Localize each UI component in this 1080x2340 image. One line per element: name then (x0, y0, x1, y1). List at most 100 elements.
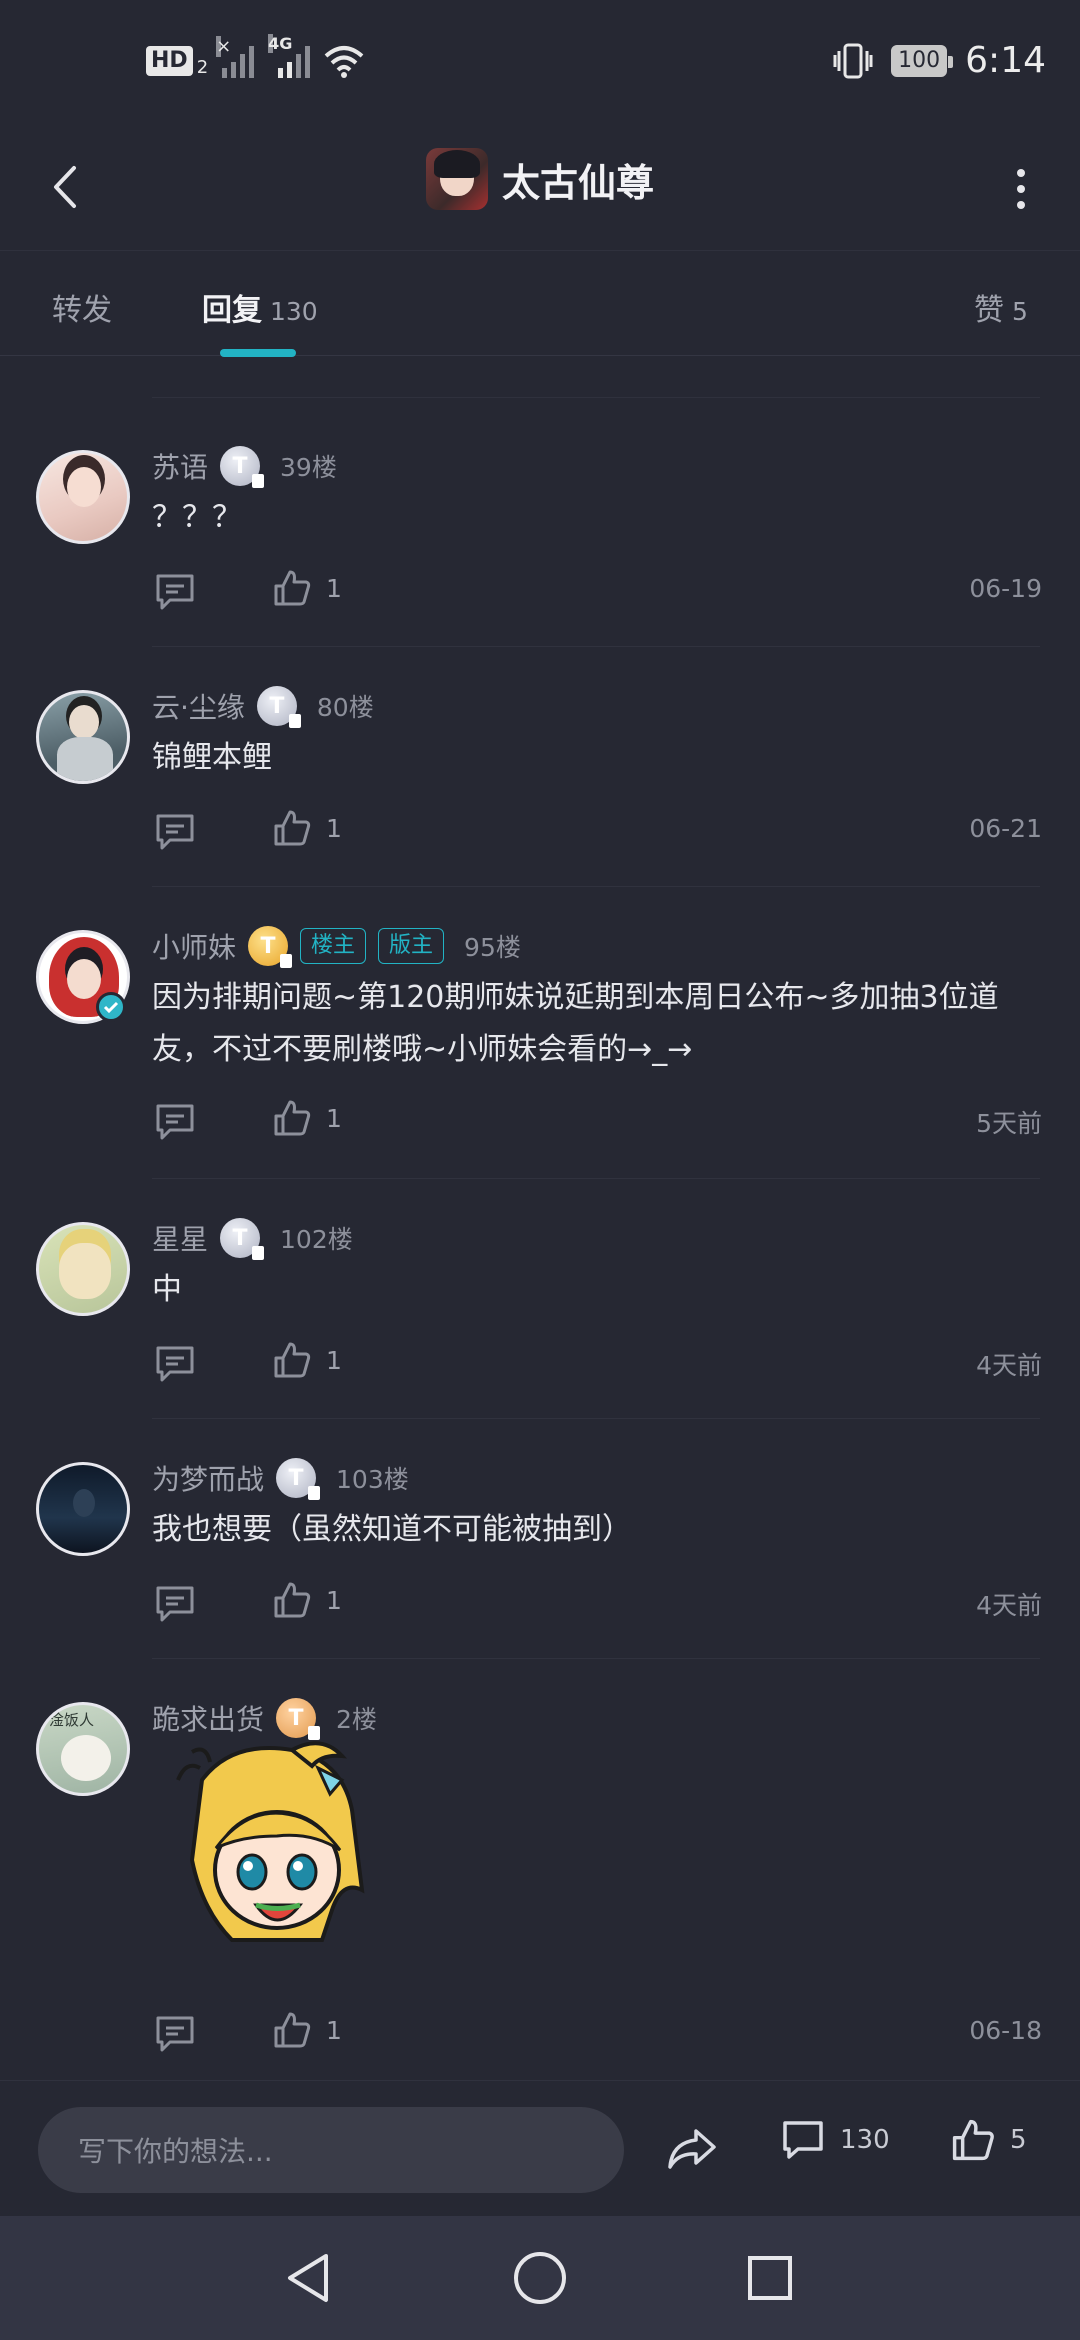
reply-actions: 1 06-21 (152, 808, 1042, 854)
nav-home-button[interactable] (508, 2246, 572, 2310)
tab-count: 130 (270, 297, 318, 326)
avatar-text: 淦饭人 (49, 1711, 95, 1729)
tab-label: 回复 (202, 293, 262, 328)
tag-op: 楼主 (300, 928, 367, 964)
tab-repost[interactable]: 转发 (52, 285, 112, 329)
more-dot (1017, 201, 1025, 209)
username[interactable]: 云·尘缘 (152, 686, 245, 726)
reply-actions: 1 06-18 (152, 2010, 1042, 2056)
sticker-image[interactable] (172, 1740, 382, 1960)
avatar[interactable] (36, 690, 130, 784)
previous-item-stub (152, 356, 1040, 398)
username[interactable]: 跪求出货 (152, 1698, 264, 1738)
thumb-up-icon (274, 1100, 311, 1136)
reply-time: 06-19 (969, 574, 1042, 603)
reply-content: 中 (152, 1272, 182, 1307)
thumb-up-icon (274, 1342, 311, 1378)
level-badge-icon: T (276, 1698, 321, 1740)
level-badge-icon: T (276, 1458, 321, 1500)
comment-icon[interactable] (152, 2010, 198, 2056)
forum-title[interactable]: 太古仙尊 (0, 148, 1080, 210)
username[interactable]: 小师妹 (152, 926, 236, 966)
avatar[interactable] (36, 1222, 130, 1316)
wifi-icon (324, 46, 364, 78)
like-count: 1 (326, 1103, 342, 1133)
level-badge-icon: T (256, 686, 301, 728)
tag-moderator: 版主 (378, 928, 445, 964)
level-badge-icon: T (248, 926, 293, 968)
thumb-up-icon (274, 810, 311, 846)
floor-number: 102楼 (280, 1225, 353, 1254)
like-button[interactable]: 1 (272, 1340, 342, 1380)
reply-content: ？？？ (152, 500, 242, 535)
circle-home-icon (514, 2252, 566, 2304)
comment-icon[interactable] (152, 808, 198, 854)
comment-icon (783, 2121, 823, 2159)
reply-meta: 小师妹 T 楼主 版主 95楼 (152, 926, 521, 968)
reply-actions: 1 06-19 (152, 568, 1042, 614)
level-badge-icon: T (220, 1218, 265, 1260)
like-count: 5 (1010, 2125, 1027, 2155)
avatar[interactable] (36, 1462, 130, 1556)
floor-number: 39楼 (280, 453, 337, 482)
like-post-button[interactable]: 5 (950, 2117, 1027, 2163)
like-button[interactable]: 1 (272, 808, 342, 848)
share-icon[interactable] (664, 2121, 720, 2177)
triangle-back-icon (288, 2254, 328, 2302)
divider (152, 1418, 1040, 1419)
reply-time: 5天前 (976, 1109, 1042, 1138)
divider (152, 1658, 1040, 1659)
reply-meta: 云·尘缘 T 80楼 (152, 686, 374, 728)
more-options-button[interactable] (986, 154, 1056, 224)
status-left: HD 2 × 4G (146, 34, 364, 78)
verified-icon (96, 992, 126, 1022)
signal-icon-sim2: 4G (268, 34, 311, 78)
square-recents-icon (748, 2256, 792, 2300)
reply-time: 4天前 (976, 1591, 1042, 1620)
nav-recents-button[interactable] (738, 2246, 802, 2310)
comment-icon[interactable] (152, 1580, 198, 1626)
like-button[interactable]: 1 (272, 2010, 342, 2050)
nav-back-button[interactable] (278, 2246, 342, 2310)
vibrate-icon (833, 43, 873, 78)
thumb-up-icon (274, 570, 311, 606)
reply-meta: 苏语 T 39楼 (152, 446, 337, 488)
reply-list[interactable]: 苏语 T 39楼 ？？？ 1 06-19 云·尘缘 T 80楼 锦鲤本鲤 1 0… (0, 356, 1080, 2080)
battery-icon: 100 (891, 44, 954, 77)
like-count: 1 (326, 573, 342, 603)
reply-actions: 1 4天前 (152, 1580, 1042, 1626)
more-dot (1017, 185, 1025, 193)
tab-label: 转发 (52, 293, 112, 328)
like-button[interactable]: 1 (272, 568, 342, 608)
tab-label: 赞 (974, 293, 1004, 328)
avatar[interactable]: 淦饭人 (36, 1702, 130, 1796)
like-button[interactable]: 1 (272, 1580, 342, 1620)
like-count: 1 (326, 1585, 342, 1615)
thumb-up-icon (274, 2012, 311, 2048)
floor-number: 80楼 (316, 693, 374, 722)
username[interactable]: 苏语 (152, 446, 208, 486)
comment-icon[interactable] (152, 1340, 198, 1386)
username[interactable]: 为梦而战 (152, 1458, 264, 1498)
divider (152, 646, 1040, 647)
tab-likes[interactable]: 赞5 (974, 285, 1028, 329)
reply-time: 06-18 (969, 2016, 1042, 2045)
like-button[interactable]: 1 (272, 1098, 342, 1138)
username[interactable]: 星星 (152, 1218, 208, 1258)
comment-input[interactable]: 写下你的想法... (38, 2107, 624, 2193)
comment-count: 130 (840, 2125, 890, 2155)
comment-icon[interactable] (152, 1098, 198, 1144)
reply-meta: 为梦而战 T 103楼 (152, 1458, 409, 1500)
floor-number: 95楼 (464, 933, 521, 962)
status-right: 100 6:14 (833, 40, 1046, 81)
clock: 6:14 (965, 40, 1046, 81)
reply-meta: 星星 T 102楼 (152, 1218, 353, 1260)
tab-replies[interactable]: 回复 130 (202, 285, 318, 329)
comment-icon[interactable] (152, 568, 198, 614)
reply-content: 因为排期问题~第120期师妹说延期到本周日公布~多加抽3位道友，不过不要刷楼哦~… (152, 980, 999, 1067)
avatar[interactable] (36, 450, 130, 544)
comments-button[interactable]: 130 (780, 2117, 890, 2163)
floor-number: 2楼 (336, 1705, 377, 1734)
tab-count: 5 (1012, 297, 1028, 326)
forum-avatar (425, 148, 488, 210)
